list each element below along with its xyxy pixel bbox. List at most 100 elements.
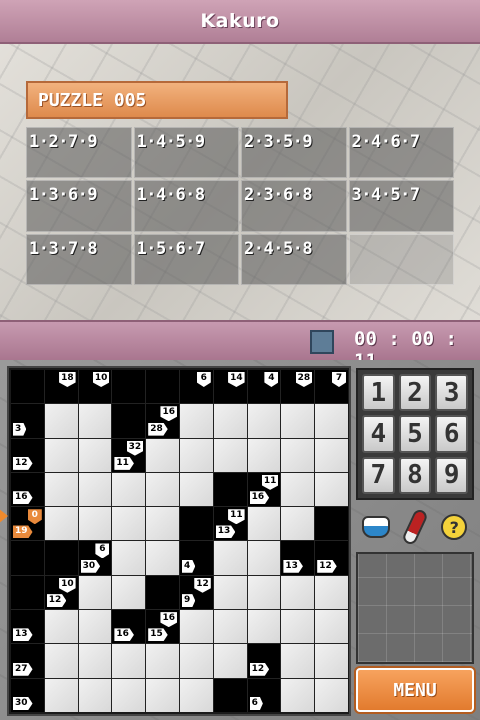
clue-cell: 16 xyxy=(11,472,44,507)
entry-cell[interactable] xyxy=(146,438,179,472)
entry-cell[interactable] xyxy=(281,472,315,507)
entry-cell[interactable] xyxy=(281,507,315,541)
combination-cell: 2·4·5·8 xyxy=(241,233,347,285)
key-4[interactable]: 4 xyxy=(362,415,395,453)
key-2[interactable]: 2 xyxy=(398,374,432,412)
entry-cell[interactable] xyxy=(281,404,315,438)
entry-cell[interactable] xyxy=(281,610,315,644)
entry-cell[interactable] xyxy=(315,575,348,610)
entry-cell[interactable] xyxy=(315,678,348,712)
entry-cell[interactable] xyxy=(78,507,112,541)
clue-cell xyxy=(315,507,348,541)
entry-cell[interactable] xyxy=(247,575,281,610)
across-clue: 28 xyxy=(148,422,168,436)
down-clue: 32 xyxy=(126,440,144,456)
entry-cell[interactable] xyxy=(78,438,112,472)
pen-button[interactable] xyxy=(399,507,431,547)
entry-cell[interactable] xyxy=(247,507,281,541)
key-5[interactable]: 5 xyxy=(398,415,432,453)
tool-bar: ? xyxy=(356,502,474,552)
entry-cell[interactable] xyxy=(146,472,179,507)
entry-cell[interactable] xyxy=(44,610,78,644)
entry-cell[interactable] xyxy=(281,438,315,472)
entry-cell[interactable] xyxy=(213,404,247,438)
entry-cell[interactable] xyxy=(146,507,179,541)
entry-cell[interactable] xyxy=(179,438,213,472)
entry-cell[interactable] xyxy=(78,404,112,438)
entry-cell[interactable] xyxy=(213,610,247,644)
clue-cell xyxy=(112,370,146,404)
entry-cell[interactable] xyxy=(44,404,78,438)
entry-cell[interactable] xyxy=(112,575,146,610)
entry-cell[interactable] xyxy=(78,610,112,644)
entry-cell[interactable] xyxy=(78,644,112,678)
clue-cell: 16 15 xyxy=(146,610,179,644)
status-bar: 00 : 00 : 11 xyxy=(0,320,480,360)
key-1[interactable]: 1 xyxy=(362,374,395,412)
combination-cell: 1·2·7·9 xyxy=(26,127,132,179)
entry-cell[interactable] xyxy=(112,644,146,678)
entry-cell[interactable] xyxy=(281,644,315,678)
entry-cell[interactable] xyxy=(112,507,146,541)
clue-cell: 27 xyxy=(11,644,44,678)
timer-icon xyxy=(310,330,334,354)
entry-cell[interactable] xyxy=(44,507,78,541)
entry-cell[interactable] xyxy=(213,541,247,575)
entry-cell[interactable] xyxy=(146,644,179,678)
entry-cell[interactable] xyxy=(146,678,179,712)
entry-cell[interactable] xyxy=(213,438,247,472)
entry-cell[interactable] xyxy=(213,575,247,610)
eraser-button[interactable] xyxy=(360,509,392,545)
down-clue: 6 xyxy=(95,543,110,559)
entry-cell[interactable] xyxy=(315,644,348,678)
across-clue: 12 xyxy=(13,456,33,470)
clue-cell: 12 9 xyxy=(179,575,213,610)
entry-cell[interactable] xyxy=(78,472,112,507)
across-clue: 4 xyxy=(181,559,196,573)
entry-cell[interactable] xyxy=(78,575,112,610)
entry-cell[interactable] xyxy=(315,404,348,438)
across-clue: 13 xyxy=(215,525,236,539)
key-6[interactable]: 6 xyxy=(435,415,468,453)
entry-cell[interactable] xyxy=(44,438,78,472)
key-9[interactable]: 9 xyxy=(435,456,468,494)
key-8[interactable]: 8 xyxy=(398,456,432,494)
down-clue: 10 xyxy=(92,372,110,387)
hint-button[interactable]: ? xyxy=(438,509,470,545)
across-clue: 16 xyxy=(114,628,134,642)
entry-cell[interactable] xyxy=(247,541,281,575)
entry-cell[interactable] xyxy=(281,575,315,610)
combination-cell: 2·3·6·8 xyxy=(241,180,347,232)
entry-cell[interactable] xyxy=(179,610,213,644)
entry-cell[interactable] xyxy=(213,644,247,678)
clue-cell xyxy=(11,541,44,575)
entry-cell[interactable] xyxy=(247,404,281,438)
down-clue: 28 xyxy=(295,372,313,387)
across-clue: 30 xyxy=(80,559,101,573)
entry-cell[interactable] xyxy=(315,472,348,507)
board-preview xyxy=(356,552,474,664)
entry-cell[interactable] xyxy=(315,610,348,644)
entry-cell[interactable] xyxy=(44,472,78,507)
entry-cell[interactable] xyxy=(179,678,213,712)
entry-cell[interactable] xyxy=(247,438,281,472)
entry-cell[interactable] xyxy=(247,610,281,644)
entry-cell[interactable] xyxy=(146,541,179,575)
clue-cell: 7 xyxy=(315,370,348,404)
entry-cell[interactable] xyxy=(112,678,146,712)
entry-cell[interactable] xyxy=(179,644,213,678)
entry-cell[interactable] xyxy=(112,472,146,507)
down-clue: 11 xyxy=(261,474,279,490)
entry-cell[interactable] xyxy=(112,541,146,575)
entry-cell[interactable] xyxy=(179,404,213,438)
entry-cell[interactable] xyxy=(281,678,315,712)
entry-cell[interactable] xyxy=(315,438,348,472)
entry-cell[interactable] xyxy=(78,678,112,712)
key-3[interactable]: 3 xyxy=(435,374,468,412)
entry-cell[interactable] xyxy=(179,472,213,507)
entry-cell[interactable] xyxy=(44,644,78,678)
entry-cell[interactable] xyxy=(44,678,78,712)
menu-button[interactable]: MENU xyxy=(356,668,474,712)
down-clue: 4 xyxy=(264,372,279,387)
key-7[interactable]: 7 xyxy=(362,456,395,494)
